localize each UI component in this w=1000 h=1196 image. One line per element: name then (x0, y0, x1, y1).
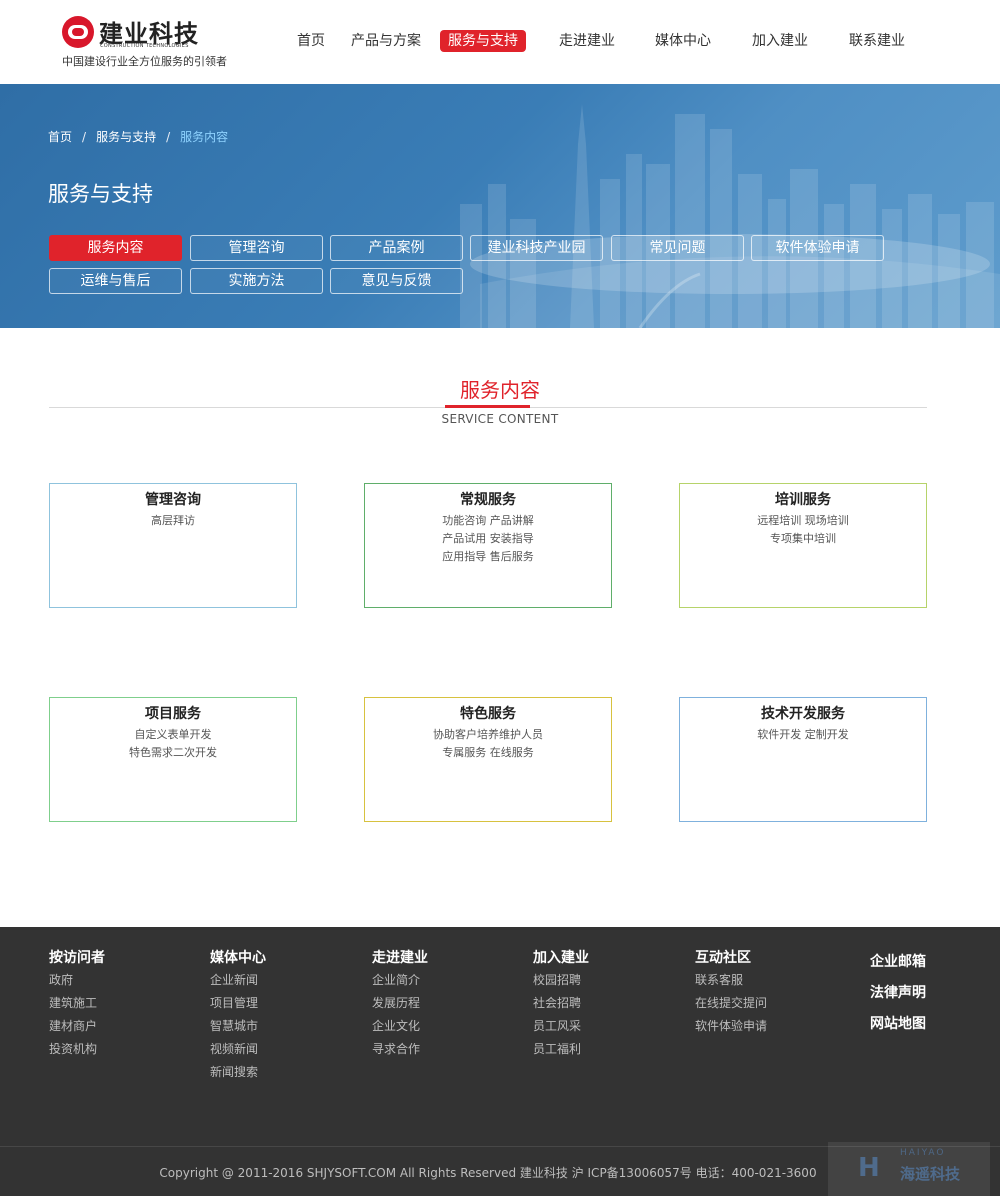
footer-link-sitemap[interactable]: 网站地图 (870, 1013, 926, 1033)
footer-column-about: 走进建业 企业简介 发展历程 企业文化 寻求合作 (372, 947, 428, 1061)
footer-column-heading: 互动社区 (695, 950, 751, 966)
service-card-line: 专属服务 在线服务 (442, 746, 534, 759)
service-card-line: 自定义表单开发 (134, 728, 212, 741)
footer-link[interactable]: 员工风采 (533, 1015, 589, 1038)
section-subtitle: SERVICE CONTENT (441, 412, 559, 426)
service-card-project[interactable]: 项目服务 自定义表单开发 特色需求二次开发 (49, 697, 297, 822)
footer-column-heading: 按访问者 (49, 950, 105, 966)
nav-item-products[interactable]: 产品与方案 (351, 30, 421, 52)
breadcrumb-home[interactable]: 首页 (48, 130, 72, 144)
service-card-title: 特色服务 (460, 706, 516, 722)
footer-link[interactable]: 企业文化 (372, 1015, 428, 1038)
breadcrumb-services[interactable]: 服务与支持 (96, 130, 156, 144)
footer-link[interactable]: 企业新闻 (210, 969, 266, 992)
service-card-line: 高层拜访 (151, 514, 195, 527)
site-header: 建业科技 CONSTRUCTION TECHNOLOGIES 中国建设行业全方位… (0, 0, 1000, 84)
service-card-featured[interactable]: 特色服务 协助客户培养维护人员 专属服务 在线服务 (364, 697, 612, 822)
watermark-logo-icon: H (858, 1153, 880, 1183)
service-card-line: 协助客户培养维护人员 (433, 728, 543, 741)
footer-column-heading: 走进建业 (372, 950, 428, 966)
service-card-title: 技术开发服务 (761, 706, 845, 722)
footer-link[interactable]: 智慧城市 (210, 1015, 266, 1038)
service-card-line: 应用指导 售后服务 (442, 550, 534, 563)
subnav-implementation[interactable]: 实施方法 (190, 268, 323, 294)
footer-link[interactable]: 视频新闻 (210, 1038, 266, 1061)
service-card-line: 功能咨询 产品讲解 (442, 514, 534, 527)
subnav-industrial-park[interactable]: 建业科技产业园 (470, 235, 603, 261)
footer-link[interactable]: 建筑施工 (49, 992, 105, 1015)
service-card-management-consulting[interactable]: 管理咨询 高层拜访 (49, 483, 297, 608)
footer-link-email[interactable]: 企业邮箱 (870, 951, 926, 971)
subnav-feedback[interactable]: 意见与反馈 (330, 268, 463, 294)
footer-link[interactable]: 校园招聘 (533, 969, 589, 992)
service-card-line: 远程培训 现场培训 (757, 514, 849, 527)
section-title: 服务内容 (460, 378, 540, 402)
service-card-line: 软件开发 定制开发 (757, 728, 849, 741)
footer-link[interactable]: 建材商户 (49, 1015, 105, 1038)
service-card-line: 特色需求二次开发 (129, 746, 217, 759)
nav-item-services[interactable]: 服务与支持 (440, 30, 526, 52)
watermark-label: HAIYAO (900, 1148, 946, 1158)
footer-link[interactable]: 在线提交提问 (695, 992, 767, 1015)
logo[interactable]: 建业科技 CONSTRUCTION TECHNOLOGIES 中国建设行业全方位… (62, 16, 242, 70)
breadcrumb: 首页 / 服务与支持 / 服务内容 (48, 128, 228, 145)
service-card-line: 产品试用 安装指导 (442, 532, 534, 545)
page-banner: 首页 / 服务与支持 / 服务内容 服务与支持 服务内容 管理咨询 产品案例 建业科技产… (0, 84, 1000, 328)
service-card-title: 培训服务 (775, 492, 831, 508)
nav-item-about[interactable]: 走进建业 (559, 30, 615, 52)
footer-link[interactable]: 联系客服 (695, 969, 767, 992)
footer-column-heading: 加入建业 (533, 950, 589, 966)
service-card-tech-development[interactable]: 技术开发服务 软件开发 定制开发 (679, 697, 927, 822)
nav-item-media[interactable]: 媒体中心 (655, 30, 711, 52)
footer-column-visitors: 按访问者 政府 建筑施工 建材商户 投资机构 (49, 947, 105, 1061)
footer-link[interactable]: 投资机构 (49, 1038, 105, 1061)
subnav-management-consulting[interactable]: 管理咨询 (190, 235, 323, 261)
breadcrumb-separator: / (82, 130, 87, 144)
footer-link[interactable]: 项目管理 (210, 992, 266, 1015)
footer-column-heading: 媒体中心 (210, 950, 266, 966)
footer-link[interactable]: 员工福利 (533, 1038, 589, 1061)
footer-column-media: 媒体中心 企业新闻 项目管理 智慧城市 视频新闻 新闻搜索 (210, 947, 266, 1084)
subnav-operations[interactable]: 运维与售后 (49, 268, 182, 294)
service-card-regular[interactable]: 常规服务 功能咨询 产品讲解 产品试用 安装指导 应用指导 售后服务 (364, 483, 612, 608)
section-title-underline (445, 405, 530, 408)
nav-item-contact[interactable]: 联系建业 (849, 30, 905, 52)
service-card-title: 常规服务 (460, 492, 516, 508)
subnav-service-content[interactable]: 服务内容 (49, 235, 182, 261)
watermark-text: 海遥科技 (900, 1165, 961, 1183)
footer-link[interactable]: 社会招聘 (533, 992, 589, 1015)
logo-english-name: CONSTRUCTION TECHNOLOGIES (100, 43, 189, 49)
subnav-product-cases[interactable]: 产品案例 (330, 235, 463, 261)
footer-link[interactable]: 政府 (49, 969, 105, 992)
logo-icon (62, 16, 94, 48)
nav-item-home[interactable]: 首页 (297, 30, 325, 52)
breadcrumb-separator: / (166, 130, 171, 144)
footer-link[interactable]: 寻求合作 (372, 1038, 428, 1061)
footer-link-legal[interactable]: 法律声明 (870, 982, 926, 1002)
subnav-faq[interactable]: 常见问题 (611, 235, 744, 261)
footer-column-community: 互动社区 联系客服 在线提交提问 软件体验申请 (695, 947, 767, 1038)
footer-link[interactable]: 新闻搜索 (210, 1061, 266, 1084)
page-title: 服务与支持 (48, 182, 153, 206)
service-card-title: 管理咨询 (145, 492, 201, 508)
footer-column-join: 加入建业 校园招聘 社会招聘 员工风采 员工福利 (533, 947, 589, 1061)
logo-slogan: 中国建设行业全方位服务的引领者 (62, 55, 227, 68)
nav-item-join[interactable]: 加入建业 (752, 30, 808, 52)
footer-link[interactable]: 软件体验申请 (695, 1015, 767, 1038)
footer-link[interactable]: 企业简介 (372, 969, 428, 992)
service-card-line: 专项集中培训 (770, 532, 836, 545)
subnav-trial-application[interactable]: 软件体验申请 (751, 235, 884, 261)
footer-link[interactable]: 发展历程 (372, 992, 428, 1015)
site-footer: 按访问者 政府 建筑施工 建材商户 投资机构 媒体中心 企业新闻 项目管理 智慧… (0, 927, 1000, 1196)
service-card-title: 项目服务 (145, 706, 201, 722)
breadcrumb-current: 服务内容 (180, 130, 229, 144)
service-card-training[interactable]: 培训服务 远程培训 现场培训 专项集中培训 (679, 483, 927, 608)
